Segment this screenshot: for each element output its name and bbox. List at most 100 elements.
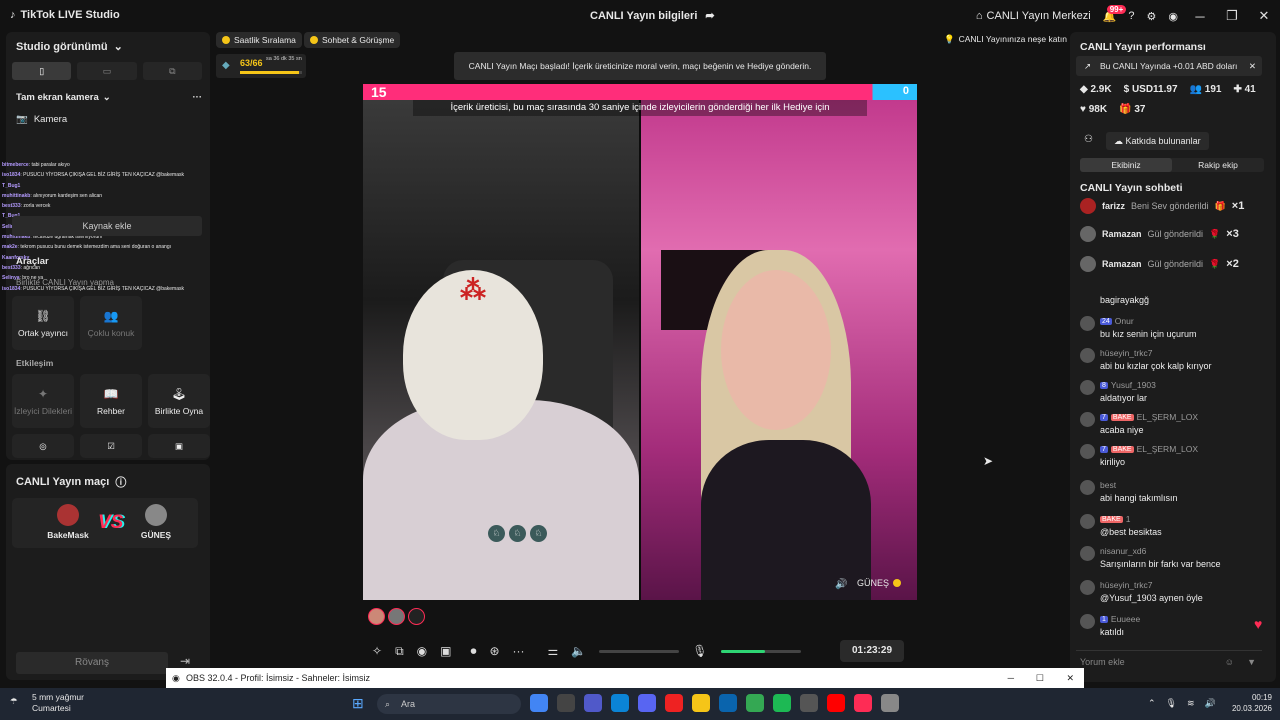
chat-user[interactable]: hüseyin_trkc7 [1100, 580, 1152, 590]
chat-user[interactable]: Euueee [1111, 614, 1140, 624]
seat-icon[interactable]: ♘ [488, 525, 505, 542]
taskbar-clock[interactable]: 00:19 20.03.2026 [1216, 692, 1272, 714]
obs-window-bar[interactable]: ◉ OBS 32.0.4 - Profil: İsimsiz - Sahnele… [166, 668, 1084, 688]
volume-icon[interactable]: 🔊 [1205, 698, 1216, 709]
seat-icon[interactable]: ♘ [509, 525, 526, 542]
avatar[interactable] [1080, 514, 1095, 529]
chrome-icon[interactable] [530, 694, 548, 712]
earnings-banner[interactable]: ↗ Bu CANLI Yayında +0.01 ABD doları ✕ [1076, 56, 1262, 76]
record-icon[interactable]: ⏺ [470, 644, 476, 659]
obs-taskbar-icon[interactable] [800, 694, 818, 712]
guide-tile[interactable]: 📖 Rehber [80, 374, 142, 428]
live-info-button[interactable]: CANLI Yayın bilgileri ➦ [590, 9, 715, 23]
help-icon[interactable]: ⓘ [115, 474, 126, 490]
close-button[interactable]: ✕ [1248, 8, 1280, 24]
chat-user[interactable]: Onur [1115, 316, 1134, 326]
avatar[interactable] [1080, 444, 1095, 459]
tool-tile[interactable]: ☑ [80, 434, 142, 458]
exit-icon[interactable]: ⇥ [180, 654, 190, 668]
co-host-tile[interactable]: ⛓ Ortak yayıncı [12, 296, 74, 350]
add-source-button[interactable]: Kaynak ekle [12, 216, 202, 236]
chat-user[interactable]: 1 [1126, 514, 1131, 524]
effects-icon[interactable]: ⧉ [395, 644, 404, 659]
edge-icon[interactable] [611, 694, 629, 712]
app-icon[interactable] [773, 694, 791, 712]
mail-icon[interactable] [719, 694, 737, 712]
tool-tile[interactable]: ▣ [148, 434, 210, 458]
rank-card[interactable]: ◆ 63/66 sa 36 dk 35 sn [216, 54, 306, 78]
avatar[interactable] [408, 608, 425, 625]
camera-source[interactable]: 📷 Kamera [16, 114, 67, 125]
taskbar-search[interactable]: ⌕ Ara [377, 694, 521, 714]
teams-icon[interactable] [584, 694, 602, 712]
speaker-icon[interactable]: 🔊 [835, 579, 847, 590]
tool-tile[interactable]: ◎ [12, 434, 74, 458]
profile-avatar[interactable]: ◉ [1162, 10, 1184, 23]
chat-user[interactable]: nisanur_xd6 [1100, 546, 1146, 556]
chat-call-pill[interactable]: Sohbet & Görüşme [304, 32, 401, 48]
close-icon[interactable]: ✕ [1249, 56, 1256, 76]
folder-icon[interactable] [692, 694, 710, 712]
chat-user[interactable]: EL_ŞERM_LOX [1137, 412, 1198, 422]
portrait-button[interactable]: ▯ [12, 62, 72, 80]
chevron-up-icon[interactable]: ⌃ [1148, 698, 1156, 709]
mic-icon[interactable]: 🎙 [1166, 698, 1177, 709]
maximize-button[interactable]: ❐ [1216, 8, 1248, 24]
hourly-ranking-pill[interactable]: Saatlik Sıralama [216, 32, 302, 48]
avatar[interactable] [1080, 412, 1095, 427]
emoji-icon[interactable]: ☺ [1225, 651, 1234, 673]
adjust-icon[interactable]: ⚌ [548, 644, 559, 658]
avatar[interactable] [1080, 480, 1095, 495]
clip-icon[interactable]: ⊛ [489, 644, 499, 658]
volume-slider[interactable] [599, 649, 680, 653]
minimize-button[interactable]: ─ [1184, 9, 1216, 24]
avatar[interactable] [1080, 546, 1095, 561]
play-together-tile[interactable]: 🕹 Birlikte Oyna [148, 374, 210, 428]
opera-icon[interactable] [665, 694, 683, 712]
maximize-button[interactable]: ☐ [1036, 668, 1044, 688]
mic-icon[interactable]: 🎙 [692, 644, 707, 658]
contributors-button[interactable]: ☁ Katkıda bulunanlar [1106, 132, 1209, 150]
live-center-button[interactable]: ⌂ CANLI Yayın Merkezi [970, 10, 1097, 22]
more-icon[interactable]: ··· [193, 92, 203, 103]
avatar[interactable] [368, 608, 385, 625]
filter-icon[interactable]: ◉ [417, 644, 427, 658]
heart-icon[interactable]: ♥ [1254, 616, 1262, 632]
mic-slider[interactable] [720, 649, 801, 653]
chat-user[interactable]: best [1100, 480, 1116, 490]
layout-icon[interactable]: ▣ [440, 644, 451, 658]
fun-pill[interactable]: 💡 CANLI Yayınınıza neşe katın [944, 34, 1067, 45]
discord-icon[interactable] [638, 694, 656, 712]
settings-taskbar-icon[interactable] [881, 694, 899, 712]
comment-input[interactable]: Yorum ekle ☺ ▼ [1076, 650, 1262, 672]
seat-icon[interactable]: ♘ [530, 525, 547, 542]
close-button[interactable]: ✕ [1066, 668, 1074, 688]
rematch-button[interactable]: Rövanş [16, 652, 168, 674]
chat-user[interactable]: hüseyin_trkc7 [1100, 348, 1152, 358]
start-icon[interactable]: ⊞ [352, 695, 364, 712]
avatar[interactable] [1080, 316, 1095, 331]
chat-user[interactable]: Yusuf_1903 [1111, 380, 1156, 390]
multi-guest-tile[interactable]: 👥 Çoklu konuk [80, 296, 142, 350]
chat-user[interactable]: EL_ŞERM_LOX [1137, 444, 1198, 454]
avatar[interactable] [1080, 614, 1095, 629]
speaker-icon[interactable]: 🔈 [571, 644, 586, 658]
more-icon[interactable]: ··· [513, 644, 525, 658]
avatar[interactable] [388, 608, 405, 625]
minimize-button[interactable]: ─ [1008, 668, 1014, 688]
weather-widget[interactable]: ☂ 5 mm yağmur Cumartesi [8, 692, 84, 714]
avatar[interactable] [1080, 348, 1095, 363]
tab-your-team[interactable]: Ekibiniz [1080, 158, 1172, 172]
tiktok-taskbar-icon[interactable] [854, 694, 872, 712]
avatar[interactable] [1080, 580, 1095, 595]
magic-icon[interactable]: ✧ [372, 644, 382, 658]
avatar[interactable] [1080, 380, 1095, 395]
settings-button[interactable]: ⚙ [1141, 10, 1163, 23]
landscape-button[interactable]: ▭ [77, 62, 137, 80]
filter-icon[interactable]: ▼ [1247, 651, 1256, 673]
notification-button[interactable]: 🔔 99+ [1097, 4, 1127, 23]
wifi-icon[interactable]: ≋ [1187, 698, 1195, 709]
youtube-icon[interactable] [827, 694, 845, 712]
studio-view-dropdown[interactable]: Studio görünümü ⌄ [16, 40, 123, 54]
dual-button[interactable]: ⧉ [142, 62, 202, 80]
